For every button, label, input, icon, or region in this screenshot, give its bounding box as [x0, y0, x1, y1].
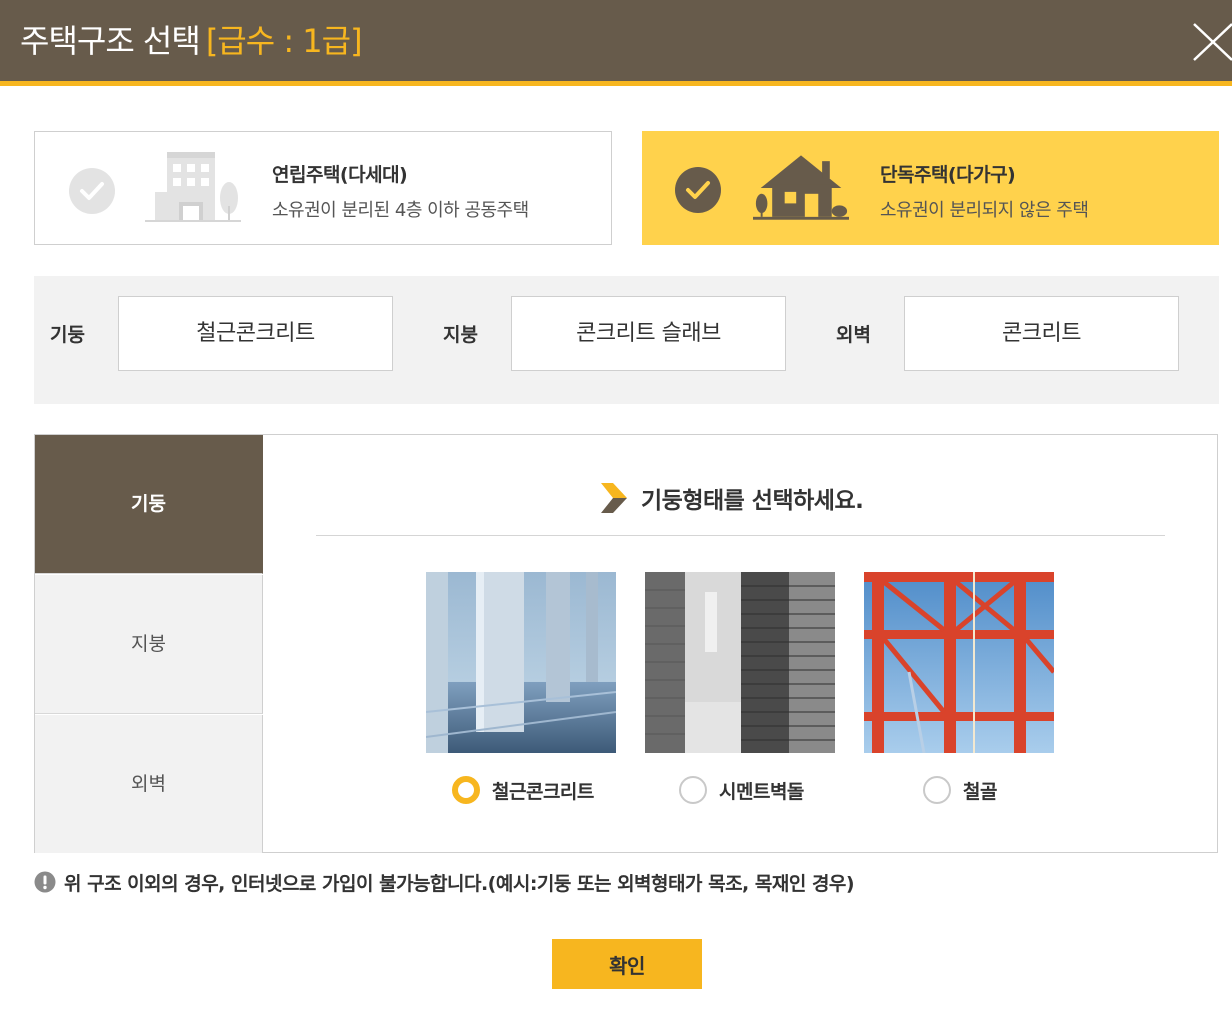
title-text: 주택구조 선택 [20, 22, 201, 60]
option-label: 시멘트벽돌 [719, 781, 804, 803]
check-circle-icon [69, 168, 115, 214]
house-type-detached-card[interactable]: 단독주택(다가구) 소유권이 분리되지 않은 주택 [642, 131, 1219, 245]
option-image-steel-frame[interactable] [864, 572, 1054, 753]
option-label: 철골 [963, 781, 997, 803]
structure-tabs: 기둥 지붕 외벽 [35, 435, 264, 853]
dialog-title: 주택구조 선택 [급수 : 1급] [20, 16, 363, 62]
house-type-name: 단독주택(다가구) [880, 164, 1016, 186]
option-image-reinforced-concrete[interactable] [426, 572, 616, 753]
grade-text: [급수 : 1급] [205, 22, 363, 60]
exclamation-circle-icon [34, 871, 56, 893]
roof-summary-value[interactable]: 콘크리트 슬래브 [511, 296, 786, 371]
confirm-button[interactable]: 확인 [552, 939, 702, 989]
check-circle-icon [675, 167, 721, 213]
structure-summary: 기둥 철근콘크리트 지붕 콘크리트 슬래브 외벽 콘크리트 [34, 276, 1219, 404]
option-image-cement-brick[interactable] [645, 572, 835, 753]
tab-roof[interactable]: 지붕 [35, 575, 263, 714]
close-icon [1193, 23, 1232, 61]
wall-summary-label: 외벽 [836, 324, 871, 346]
option-label: 철근콘크리트 [492, 781, 594, 803]
detached-house-icon [753, 155, 849, 220]
radio-unselected[interactable] [923, 776, 951, 804]
house-type-desc: 소유권이 분리되지 않은 주택 [880, 200, 1089, 221]
close-button[interactable] [1192, 18, 1232, 62]
house-type-name: 연립주택(다세대) [272, 164, 408, 186]
notice-text: 위 구조 이외의 경우, 인터넷으로 가입이 불가능합니다.(예시:기둥 또는 … [64, 873, 855, 895]
house-type-apartment-card[interactable]: 연립주택(다세대) 소유권이 분리된 4층 이하 공동주택 [34, 131, 612, 245]
tab-pillar[interactable]: 기둥 [35, 435, 263, 574]
chevron-right-icon [601, 483, 627, 513]
roof-summary-label: 지붕 [443, 324, 478, 346]
pillar-summary-label: 기둥 [50, 324, 85, 346]
question-title: 기둥형태를 선택하세요. [641, 488, 864, 514]
house-type-desc: 소유권이 분리된 4층 이하 공동주택 [272, 200, 529, 221]
dialog-header: 주택구조 선택 [급수 : 1급] [0, 0, 1232, 86]
divider [316, 535, 1165, 536]
apartment-building-icon [145, 152, 241, 222]
pillar-summary-value[interactable]: 철근콘크리트 [118, 296, 393, 371]
radio-selected[interactable] [452, 776, 480, 804]
structure-panel: 기둥 지붕 외벽 기둥형태를 선택하세요. 철근콘크리트 시멘트벽돌 철골 [34, 434, 1218, 853]
wall-summary-value[interactable]: 콘크리트 [904, 296, 1179, 371]
radio-unselected[interactable] [679, 776, 707, 804]
tab-wall[interactable]: 외벽 [35, 715, 263, 853]
